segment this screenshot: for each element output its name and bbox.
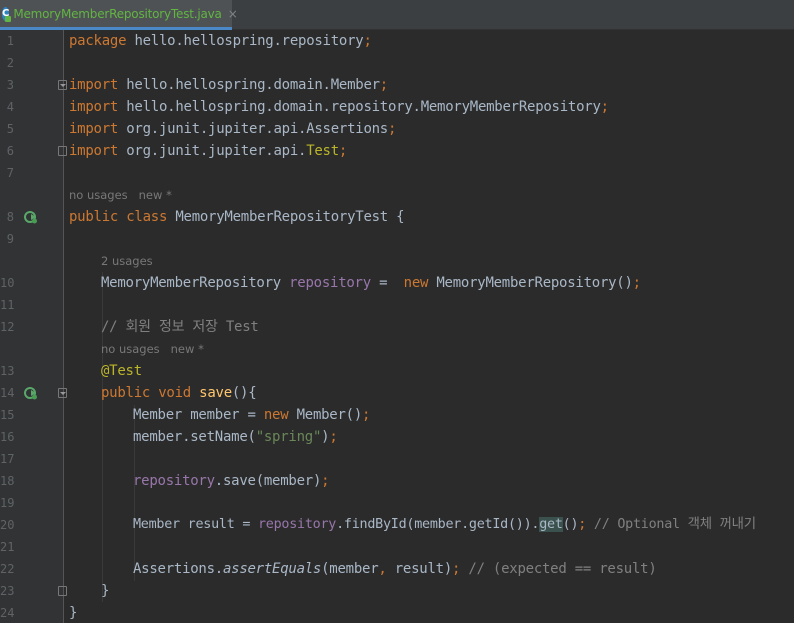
line-number: 14 — [0, 386, 14, 400]
line-number: 21 — [0, 540, 14, 554]
line-number: 4 — [6, 100, 14, 114]
code-line-10: 10 MemoryMemberRepository repository = n… — [0, 272, 794, 294]
code-line-3: 3 import hello.hellospring.domain.Member… — [0, 74, 794, 96]
code-line-22: 22 Assertions.assertEquals(member, resul… — [0, 558, 794, 580]
code-line-4: 4 import hello.hellospring.domain.reposi… — [0, 96, 794, 118]
line-number: 10 — [0, 276, 14, 290]
code-text: public class MemoryMemberRepositoryTest … — [69, 209, 405, 225]
line-number: 7 — [6, 166, 14, 180]
fold-marker-icon[interactable] — [58, 586, 67, 596]
code-line-23: 23 } — [0, 580, 794, 602]
code-text: } — [69, 605, 78, 621]
code-line-21: 21 — [0, 536, 794, 558]
code-line-13: 13 @Test — [0, 360, 794, 382]
code-text: package hello.hellospring.repository; — [69, 33, 372, 49]
code-annotation: @Test — [101, 363, 142, 379]
line-number: 16 — [0, 430, 14, 444]
code-line-12: 12 // 회원 정보 저장 Test — [0, 316, 794, 338]
line-number: 23 — [0, 584, 14, 598]
line-number: 8 — [6, 210, 14, 224]
code-line-24: 24 } — [0, 602, 794, 623]
code-line-6: 6 import org.junit.jupiter.api.Test; — [0, 140, 794, 162]
code-text: Member result = repository.findById(memb… — [133, 517, 756, 532]
line-number: 5 — [6, 122, 14, 136]
tab-title: MemoryMemberRepositoryTest.java — [13, 6, 222, 21]
code-line-19: 19 — [0, 492, 794, 514]
fold-marker-icon[interactable] — [58, 80, 67, 90]
code-line-11: 11 — [0, 294, 794, 316]
code-vision-hint[interactable]: 2 usages — [0, 250, 794, 272]
line-number: 6 — [6, 144, 14, 158]
code-line-5: 5 import org.junit.jupiter.api.Assertion… — [0, 118, 794, 140]
line-number: 2 — [6, 56, 14, 70]
code-text: repository.save(member); — [133, 473, 330, 489]
code-text: Member member = new Member(); — [133, 407, 371, 423]
run-test-icon[interactable] — [24, 386, 38, 400]
line-number: 17 — [0, 452, 14, 466]
code-vision-hint[interactable]: no usages new * — [0, 184, 794, 206]
code-line-15: 15 Member member = new Member(); — [0, 404, 794, 426]
line-number: 24 — [0, 606, 14, 620]
fold-marker-icon[interactable] — [58, 388, 67, 398]
code-editor[interactable]: 1 package hello.hellospring.repository; … — [0, 30, 794, 623]
close-icon[interactable]: × — [228, 7, 238, 21]
editor-tab-bar: C MemoryMemberRepositoryTest.java × — [0, 0, 794, 30]
tab-memory-member-repository-test[interactable]: C MemoryMemberRepositoryTest.java × — [0, 0, 238, 30]
line-number: 20 — [0, 518, 14, 532]
code-text: MemoryMemberRepository repository = new … — [101, 275, 641, 291]
code-text: public void save(){ — [101, 385, 257, 401]
line-number: 19 — [0, 496, 14, 510]
line-number: 22 — [0, 562, 14, 576]
java-class-icon: C — [2, 6, 12, 22]
usages-hint[interactable]: 2 usages — [101, 250, 153, 272]
code-line-8: 8 public class MemoryMemberRepositoryTes… — [0, 206, 794, 228]
code-text: import org.junit.jupiter.api.Assertions; — [69, 121, 397, 137]
code-text: import org.junit.jupiter.api.Test; — [69, 143, 348, 159]
code-line-17: 17 — [0, 448, 794, 470]
code-text: } — [101, 583, 110, 599]
line-number: 13 — [0, 364, 14, 378]
code-text: import hello.hellospring.domain.reposito… — [69, 99, 609, 115]
line-number: 12 — [0, 320, 14, 334]
line-number: 15 — [0, 408, 14, 422]
line-number: 1 — [6, 34, 14, 48]
code-text: import hello.hellospring.domain.Member; — [69, 77, 388, 93]
usages-hint[interactable]: no usages new * — [101, 338, 204, 360]
code-line-9: 9 — [0, 228, 794, 250]
code-line-14: 14 public void save(){ — [0, 382, 794, 404]
fold-marker-icon[interactable] — [58, 146, 67, 156]
code-line-18: 18 repository.save(member); — [0, 470, 794, 492]
code-line-1: 1 package hello.hellospring.repository; — [0, 30, 794, 52]
code-line-2: 2 — [0, 52, 794, 74]
run-test-icon[interactable] — [24, 210, 38, 224]
usages-hint[interactable]: no usages new * — [69, 184, 172, 206]
code-comment: // 회원 정보 저장 Test — [101, 319, 259, 335]
line-number: 18 — [0, 474, 14, 488]
code-line-20: 20 Member result = repository.findById(m… — [0, 514, 794, 536]
line-number: 3 — [6, 78, 14, 92]
line-number: 9 — [6, 232, 14, 246]
code-vision-hint[interactable]: no usages new * — [0, 338, 794, 360]
line-number: 11 — [0, 298, 14, 312]
code-line-16: 16 member.setName("spring"); — [0, 426, 794, 448]
code-text: member.setName("spring"); — [133, 429, 338, 445]
code-text: Assertions.assertEquals(member, result);… — [133, 561, 657, 577]
code-line-7: 7 — [0, 162, 794, 184]
